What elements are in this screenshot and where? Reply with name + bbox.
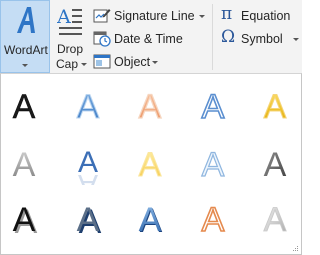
svg-text:A: A [202,88,225,126]
svg-text:A: A [13,146,36,184]
wordart-style-fill-gold-soft[interactable]: A [130,141,170,185]
ribbon-text-group: WordArt A Drop Cap Signature Line Date &… [0,0,302,73]
resize-grip-icon[interactable] [293,246,299,252]
wordart-style-gradient-dark-gray[interactable]: A [255,141,295,185]
svg-text:A: A [264,201,287,239]
symbol-label: Symbol [241,32,283,46]
svg-text:A: A [264,146,287,184]
signature-line-label: Signature Line [114,9,195,23]
equation-button[interactable]: π Equation [220,4,302,26]
wordart-style-gallery: A A A A A A A A A A A A A A A A A A A [0,73,302,255]
wordart-style-fill-orange-accent[interactable]: A [130,83,170,127]
signature-line-icon [93,9,111,23]
pi-icon: π [221,4,233,24]
object-button[interactable]: Object [93,52,159,72]
svg-text:A: A [139,201,162,239]
object-label: Object [114,55,151,69]
svg-text:A: A [77,201,100,239]
date-time-button[interactable]: Date & Time [93,29,209,49]
drop-cap-label-line1: Drop [57,42,84,56]
wordart-style-fill-silver-bevel[interactable]: A [255,196,295,240]
svg-text:A: A [57,6,71,28]
equation-label: Equation [241,9,291,23]
wordart-style-fill-blue-reflection[interactable]: A A [68,141,108,185]
svg-text:A: A [139,88,162,126]
svg-text:A: A [13,88,36,126]
signature-line-button[interactable]: Signature Line [93,6,209,26]
chevron-down-icon [199,15,205,18]
drop-cap-button[interactable]: A Drop Cap [51,0,89,73]
symbol-button[interactable]: Ω Symbol [220,27,302,49]
svg-text:A: A [13,201,36,239]
svg-text:A: A [264,88,287,126]
wordart-style-fill-white-outline-orange[interactable]: A [193,196,233,240]
drop-cap-icon: A [57,6,82,35]
wordart-style-fill-blue-bevel[interactable]: A A [130,196,170,240]
wordart-style-fill-black-text[interactable]: A [4,83,44,127]
svg-text:A: A [139,146,162,184]
object-icon [93,54,111,69]
wordart-icon [17,7,35,33]
calendar-clock-icon [93,31,111,47]
chevron-down-icon [293,38,299,41]
svg-text:A: A [78,168,98,185]
wordart-style-fill-white-outline-light-blue[interactable]: A [193,141,233,185]
wordart-style-gradient-gray[interactable]: A [4,141,44,185]
wordart-button[interactable]: WordArt [0,0,50,73]
chevron-down-icon [81,63,87,66]
wordart-style-fill-gray-shadow[interactable]: A A [68,196,108,240]
wordart-label: WordArt [4,43,48,57]
svg-text:A: A [202,201,225,239]
svg-text:A: A [77,88,100,126]
wordart-style-fill-blue-accent[interactable]: A [68,83,108,127]
omega-icon: Ω [221,27,236,47]
chevron-down-icon [152,61,158,64]
drop-cap-label-line2: Cap [56,57,79,71]
svg-text:A: A [202,146,225,184]
group-separator [212,4,213,70]
wordart-style-fill-white-outline-blue[interactable]: A [193,83,233,127]
wordart-style-fill-gold-accent[interactable]: A [255,83,295,127]
date-time-label: Date & Time [114,32,183,46]
chevron-down-icon [22,64,28,67]
wordart-style-fill-black-shadow[interactable]: A A [4,196,44,240]
